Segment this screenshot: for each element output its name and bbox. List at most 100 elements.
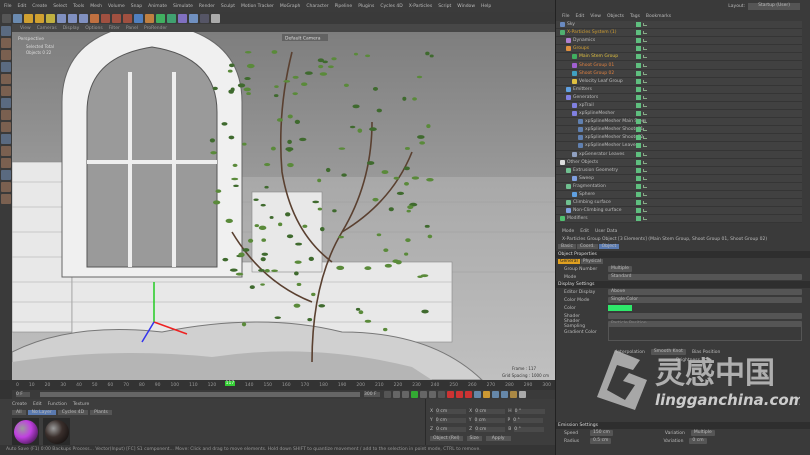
enable-check-icon[interactable] bbox=[643, 71, 647, 75]
coordinate-field[interactable]: 0 cm bbox=[436, 427, 467, 432]
object-row[interactable]: Groups bbox=[556, 45, 802, 54]
material-menu-create[interactable]: Create bbox=[12, 402, 27, 407]
3d-viewport[interactable]: Default Camera Perspective Selected Tota… bbox=[12, 32, 555, 380]
coordinate-field[interactable]: 0 ° bbox=[513, 418, 544, 423]
toolbar-tool-icon[interactable] bbox=[35, 13, 44, 23]
toolbar-tool-icon[interactable] bbox=[13, 13, 22, 23]
menu-help[interactable]: Help bbox=[481, 4, 491, 9]
mode-tool-icon[interactable] bbox=[1, 98, 11, 108]
group-number-field[interactable]: Multiple bbox=[608, 266, 632, 272]
visibility-toggle[interactable] bbox=[636, 167, 641, 173]
om-menu-tags[interactable]: Tags bbox=[630, 14, 640, 19]
enable-check-icon[interactable] bbox=[643, 120, 647, 124]
material-menu-texture[interactable]: Texture bbox=[73, 402, 89, 407]
toolbar-tool-icon[interactable] bbox=[68, 13, 77, 23]
playback-button[interactable] bbox=[393, 391, 400, 398]
enable-check-icon[interactable] bbox=[643, 128, 647, 132]
coordinate-field[interactable]: 0 cm bbox=[436, 409, 467, 414]
enable-check-icon[interactable] bbox=[643, 209, 647, 213]
visibility-toggle[interactable] bbox=[636, 216, 641, 222]
toolbar-tool-icon[interactable] bbox=[79, 13, 88, 23]
menu-sculpt[interactable]: Sculpt bbox=[221, 4, 235, 9]
object-row[interactable]: X-Particles System (1) bbox=[556, 29, 802, 38]
mode-tool-icon[interactable] bbox=[1, 38, 11, 48]
editor-display-dropdown[interactable]: Above bbox=[608, 289, 802, 295]
menu-create[interactable]: Create bbox=[32, 4, 47, 9]
object-row[interactable]: Sky bbox=[556, 21, 802, 30]
visibility-toggle[interactable] bbox=[636, 94, 641, 100]
color-swatch[interactable] bbox=[608, 305, 632, 311]
playback-button[interactable] bbox=[510, 391, 517, 398]
coordinate-field[interactable]: 0 ° bbox=[514, 409, 545, 414]
attribute-tab-basic[interactable]: Basic bbox=[558, 244, 576, 249]
am-menu-mode[interactable]: Mode bbox=[562, 229, 574, 234]
mode-tool-icon[interactable] bbox=[1, 110, 11, 120]
mode-tool-icon[interactable] bbox=[1, 158, 11, 168]
viewport-menu-view[interactable]: View bbox=[20, 26, 31, 31]
material-filter-tab[interactable]: All bbox=[12, 410, 26, 415]
mode-tool-icon[interactable] bbox=[1, 194, 11, 204]
mode-tool-icon[interactable] bbox=[1, 134, 11, 144]
om-menu-objects[interactable]: Objects bbox=[607, 14, 624, 19]
enable-check-icon[interactable] bbox=[643, 184, 647, 188]
playback-button[interactable] bbox=[402, 391, 409, 398]
enable-check-icon[interactable] bbox=[643, 63, 647, 67]
object-row[interactable]: xpSplineMesher bbox=[556, 110, 802, 119]
frame-range-slider[interactable] bbox=[40, 392, 360, 397]
visibility-toggle[interactable] bbox=[636, 127, 641, 133]
visibility-toggle[interactable] bbox=[636, 30, 641, 36]
coordinate-field[interactable]: 0 ° bbox=[514, 427, 545, 432]
playback-button[interactable] bbox=[465, 391, 472, 398]
toolbar-tool-icon[interactable] bbox=[57, 13, 66, 23]
material-menu-edit[interactable]: Edit bbox=[33, 402, 42, 407]
object-row[interactable]: xpSplineMesher Shoots01 bbox=[556, 126, 802, 135]
menu-simulate[interactable]: Simulate bbox=[173, 4, 193, 9]
playhead[interactable]: 117 bbox=[224, 381, 236, 386]
menu-edit[interactable]: Edit bbox=[18, 4, 27, 9]
playback-button[interactable] bbox=[420, 391, 427, 398]
toolbar-tool-icon[interactable] bbox=[200, 13, 209, 23]
menu-character[interactable]: Character bbox=[306, 4, 328, 9]
object-row[interactable]: xpGenerator Leaves bbox=[556, 150, 802, 159]
enable-check-icon[interactable] bbox=[643, 144, 647, 148]
attribute-tab-object[interactable]: Object bbox=[598, 244, 620, 249]
coordinate-field[interactable]: 0 cm bbox=[475, 427, 506, 432]
visibility-toggle[interactable] bbox=[636, 111, 641, 117]
visibility-toggle[interactable] bbox=[636, 151, 641, 157]
viewport-menu-cameras[interactable]: Cameras bbox=[37, 26, 57, 31]
mode-tool-icon[interactable] bbox=[1, 50, 11, 60]
enable-check-icon[interactable] bbox=[643, 87, 647, 91]
object-row[interactable]: Sweep bbox=[556, 174, 802, 183]
mode-tool-icon[interactable] bbox=[1, 122, 11, 132]
enable-check-icon[interactable] bbox=[643, 95, 647, 99]
object-row[interactable]: Dynamics bbox=[556, 37, 802, 46]
attribute-subtab-general[interactable]: General bbox=[558, 259, 580, 264]
playback-button[interactable] bbox=[474, 391, 481, 398]
material-filter-tab[interactable]: Cycles 4D bbox=[57, 410, 89, 415]
visibility-toggle[interactable] bbox=[636, 183, 641, 189]
enable-check-icon[interactable] bbox=[643, 39, 647, 43]
visibility-toggle[interactable] bbox=[636, 143, 641, 149]
shader-field[interactable] bbox=[608, 313, 802, 319]
material-filter-tab[interactable]: No Layer bbox=[27, 410, 56, 415]
playback-button[interactable] bbox=[456, 391, 463, 398]
mode-tool-icon[interactable] bbox=[1, 86, 11, 96]
toolbar-tool-icon[interactable] bbox=[211, 13, 220, 23]
playback-button[interactable] bbox=[447, 391, 454, 398]
visibility-toggle[interactable] bbox=[636, 159, 641, 165]
object-row[interactable]: Fragmentation bbox=[556, 182, 802, 191]
object-row[interactable]: xpSplineMesher Leaves bbox=[556, 142, 802, 151]
layout-dropdown[interactable]: Startup (User) bbox=[748, 2, 800, 10]
visibility-toggle[interactable] bbox=[636, 135, 641, 141]
object-row[interactable]: Emitters bbox=[556, 85, 802, 94]
attribute-tab-coord[interactable]: Coord. bbox=[576, 244, 598, 249]
object-row[interactable]: Extrusion Geometry bbox=[556, 166, 802, 175]
om-menu-bookmarks[interactable]: Bookmarks bbox=[646, 14, 671, 19]
enable-check-icon[interactable] bbox=[643, 55, 647, 59]
menu-script[interactable]: Script bbox=[438, 4, 451, 9]
toolbar-tool-icon[interactable] bbox=[2, 13, 11, 23]
enable-check-icon[interactable] bbox=[643, 201, 647, 205]
toolbar-tool-icon[interactable] bbox=[90, 13, 99, 23]
timeline-ruler[interactable]: 0102030405060708090100110120130140150160… bbox=[12, 380, 555, 390]
object-row[interactable]: xpTrail bbox=[556, 101, 802, 111]
